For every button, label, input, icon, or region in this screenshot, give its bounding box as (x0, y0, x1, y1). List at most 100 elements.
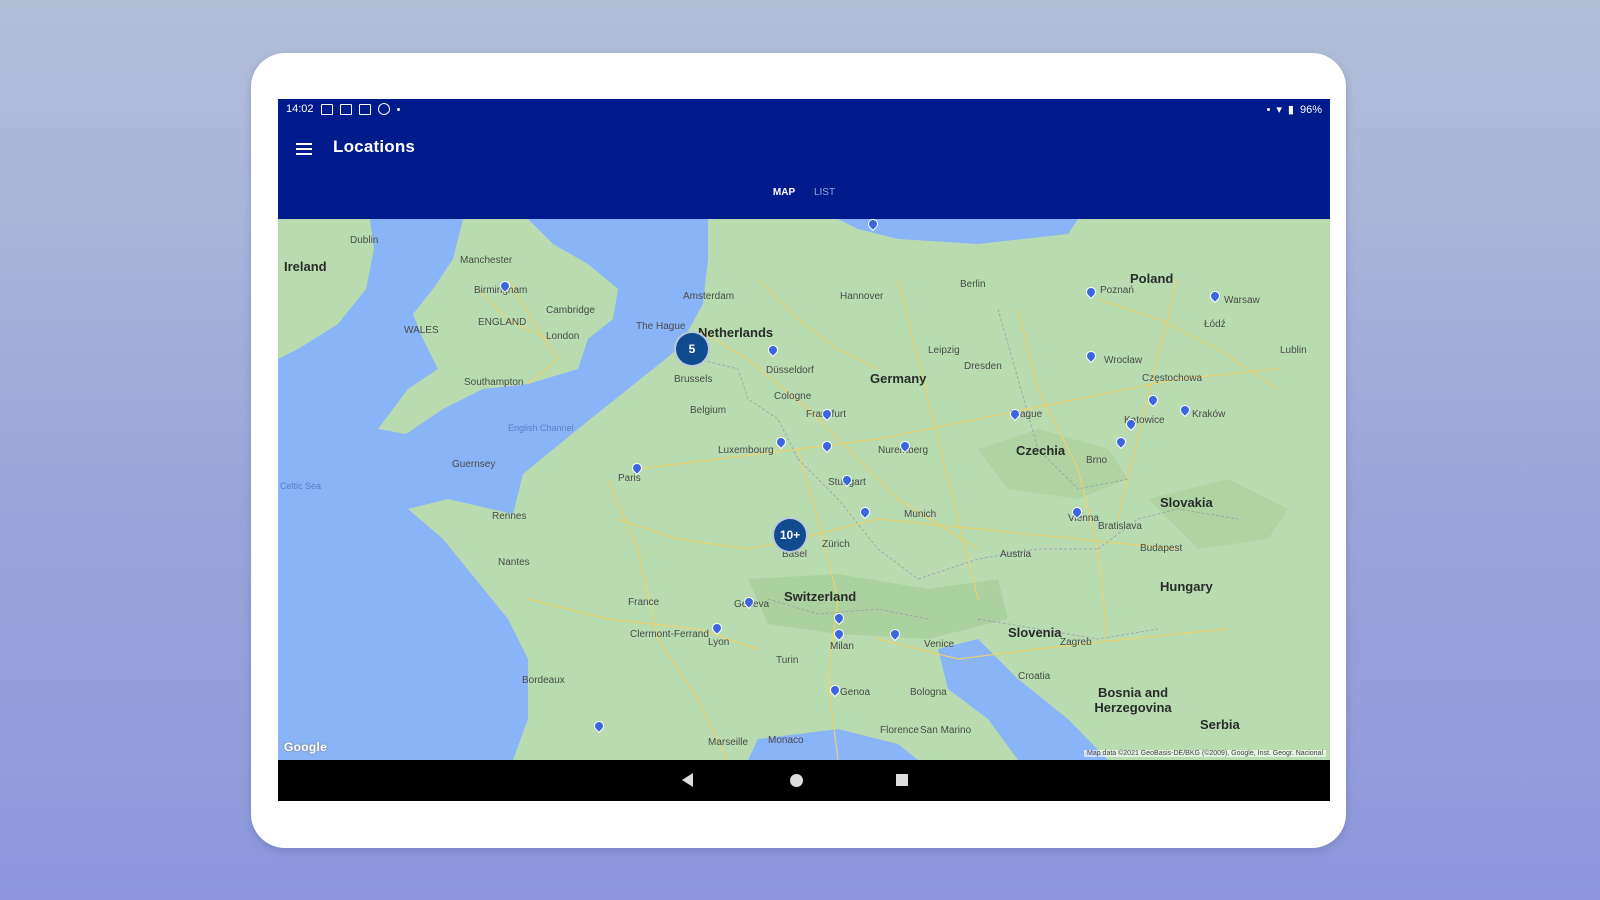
map-label-zagreb: Zagreb (1060, 637, 1092, 648)
map-label-belgium: Belgium (690, 405, 727, 416)
map-label-manchester: Manchester (460, 255, 513, 266)
location-pin[interactable] (768, 345, 778, 357)
battery-icon: ▮ (1287, 104, 1294, 116)
status-time: 14:02 (286, 103, 314, 115)
map-label-clermont: Clermont-Ferrand (630, 629, 709, 640)
home-icon[interactable] (790, 774, 803, 787)
app-bar: 14:02 ▾ ▮ 96% Locations MAP LIST (278, 99, 1330, 219)
location-pin[interactable] (1086, 351, 1096, 363)
map-label-serbia: Serbia (1200, 717, 1240, 732)
map-label-wales: WALES (404, 325, 439, 336)
map-label-czechia: Czechia (1016, 443, 1066, 458)
location-pin[interactable] (712, 623, 722, 635)
location-cluster[interactable]: 10+ (772, 517, 808, 553)
location-pin[interactable] (830, 685, 840, 697)
notification-image-icon (320, 103, 333, 115)
map-label-poznan: Poznań (1100, 285, 1134, 296)
map-label-celtic-sea: Celtic Sea (280, 481, 322, 491)
map-label-marseille: Marseille (708, 737, 749, 748)
map-label-bosnia: Bosnia and Herzegovina (1094, 685, 1172, 715)
notification-dot-icon (396, 107, 400, 111)
map-label-milan: Milan (830, 641, 854, 652)
battery-level: 96% (1299, 103, 1322, 116)
location-pin[interactable] (744, 597, 754, 609)
vibrate-icon (1267, 108, 1271, 111)
location-pin[interactable] (776, 437, 786, 449)
map-label-the-hague: The Hague (636, 321, 686, 332)
location-pin[interactable] (834, 613, 844, 625)
notification-mail-icon (358, 103, 371, 115)
recent-apps-icon[interactable] (896, 774, 908, 786)
map-label-lodz: Łódź (1204, 319, 1226, 330)
map-label-bologna: Bologna (910, 687, 947, 698)
device-screen: 14:02 ▾ ▮ 96% Locations MAP LIST Ireland… (278, 99, 1330, 801)
notification-cast-icon (339, 103, 352, 115)
map-label-brussels: Brussels (674, 374, 713, 385)
map-label-dresden: Dresden (964, 361, 1002, 372)
map-base (278, 219, 1330, 760)
tab-list[interactable]: LIST (814, 187, 835, 198)
map-label-lublin: Lublin (1280, 345, 1307, 356)
map-label-switzerland: Switzerland (784, 589, 857, 604)
map-label-florence: Florence (880, 725, 919, 736)
map-label-guernsey: Guernsey (452, 459, 496, 470)
map-label-amsterdam: Amsterdam (683, 291, 735, 302)
location-pin[interactable] (1072, 507, 1082, 519)
map-label-france: France (628, 597, 660, 608)
map-label-hungary: Hungary (1160, 579, 1213, 594)
location-pin[interactable] (890, 629, 900, 641)
back-icon[interactable] (682, 773, 693, 787)
location-pin[interactable] (822, 409, 832, 421)
tab-bar: MAP LIST (278, 187, 1330, 207)
map-label-wroclaw: Wrocław (1104, 355, 1143, 366)
map-label-germany: Germany (870, 371, 927, 386)
tab-map[interactable]: MAP (773, 187, 795, 198)
map-label-english-channel: English Channel (508, 423, 574, 433)
map-label-rennes: Rennes (492, 511, 527, 522)
notification-app-icon (377, 103, 390, 115)
status-bar: 14:02 ▾ ▮ 96% (278, 99, 1330, 121)
map-label-cologne: Cologne (774, 391, 812, 402)
page-title: Locations (333, 137, 416, 156)
map-label-nantes: Nantes (498, 557, 530, 568)
map-label-bordeaux: Bordeaux (522, 675, 565, 686)
location-pin[interactable] (1148, 395, 1158, 407)
location-pin[interactable] (1116, 437, 1126, 449)
location-pin[interactable] (594, 721, 604, 733)
map-view[interactable]: Ireland Netherlands Belgium Luxembourg G… (278, 219, 1330, 760)
map-label-croatia: Croatia (1018, 671, 1051, 682)
map-label-brno: Brno (1086, 455, 1108, 466)
map-label-leipzig: Leipzig (928, 345, 960, 356)
map-label-lyon: Lyon (708, 637, 730, 648)
hamburger-menu-icon[interactable] (292, 137, 316, 161)
location-pin[interactable] (632, 463, 642, 475)
location-pin[interactable] (1180, 405, 1190, 417)
map-label-monaco: Monaco (768, 735, 804, 746)
location-pin[interactable] (842, 475, 852, 487)
map-label-hannover: Hannover (840, 291, 884, 302)
map-label-berlin: Berlin (960, 279, 986, 290)
location-pin[interactable] (1086, 287, 1096, 299)
location-pin[interactable] (1126, 419, 1136, 431)
map-label-zurich: Zürich (822, 539, 850, 550)
map-label-england: ENGLAND (478, 317, 527, 328)
location-pin[interactable] (1010, 409, 1020, 421)
map-label-czestochowa: Częstochowa (1142, 373, 1203, 384)
map-label-munich: Munich (904, 509, 937, 520)
map-attribution[interactable]: Map data ©2021 GeoBasis-DE/BKG (©2009), … (1084, 750, 1326, 757)
location-pin[interactable] (500, 281, 510, 293)
location-pin[interactable] (1210, 291, 1220, 303)
location-pin[interactable] (860, 507, 870, 519)
map-label-southampton: Southampton (464, 377, 524, 388)
location-pin[interactable] (822, 441, 832, 453)
location-pin[interactable] (834, 629, 844, 641)
location-cluster[interactable]: 5 (674, 331, 710, 367)
location-pin[interactable] (868, 219, 878, 231)
location-pin[interactable] (900, 441, 910, 453)
google-logo: Google (284, 740, 328, 754)
map-label-turin: Turin (776, 655, 799, 666)
map-label-warsaw: Warsaw (1224, 295, 1260, 306)
map-label-poland: Poland (1130, 271, 1174, 286)
map-label-austria: Austria (1000, 549, 1032, 560)
map-label-bratislava: Bratislava (1098, 521, 1142, 532)
